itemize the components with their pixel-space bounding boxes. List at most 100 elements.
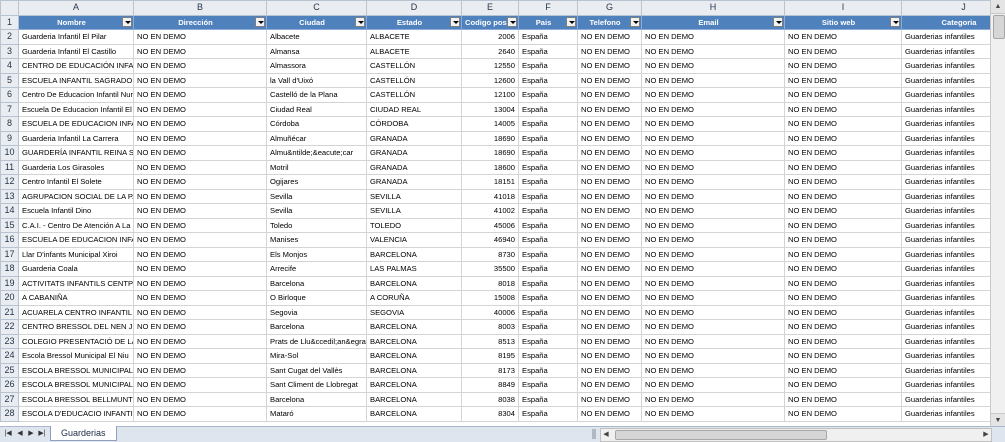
cell[interactable]: NO EN DEMO: [133, 406, 267, 422]
cell[interactable]: Guarderias infantiles: [901, 304, 991, 320]
header-cell-codigo-pos[interactable]: Codigo pos: [461, 14, 519, 30]
cell[interactable]: NO EN DEMO: [784, 58, 902, 74]
cell[interactable]: CASTELLÓN: [366, 58, 462, 74]
cell[interactable]: NO EN DEMO: [577, 319, 642, 335]
cell[interactable]: NO EN DEMO: [784, 275, 902, 291]
cell[interactable]: Guarderias infantiles: [901, 275, 991, 291]
cell[interactable]: NO EN DEMO: [133, 333, 267, 349]
cell[interactable]: VALENCIA: [366, 232, 462, 248]
column-letter-c[interactable]: C: [266, 0, 367, 16]
cell[interactable]: ESCOLA D'EDUCACIO INFANTIL ROC: [18, 406, 134, 422]
cell[interactable]: GUARDERÍA INFANTIL REINA SOFÍA: [18, 145, 134, 161]
cell[interactable]: Guarderias infantiles: [901, 217, 991, 233]
cell[interactable]: España: [518, 130, 578, 146]
cell[interactable]: Guarderias infantiles: [901, 130, 991, 146]
cell[interactable]: SEVILLA: [366, 188, 462, 204]
cell[interactable]: BARCELONA: [366, 348, 462, 364]
row-number[interactable]: 15: [0, 217, 19, 233]
cell[interactable]: NO EN DEMO: [784, 116, 902, 132]
cell[interactable]: NO EN DEMO: [577, 377, 642, 393]
cell[interactable]: Guarderias infantiles: [901, 203, 991, 219]
cell[interactable]: España: [518, 304, 578, 320]
cell[interactable]: ALBACETE: [366, 29, 462, 45]
cell[interactable]: España: [518, 145, 578, 161]
cell[interactable]: NO EN DEMO: [133, 43, 267, 59]
cell[interactable]: España: [518, 333, 578, 349]
cell[interactable]: NO EN DEMO: [784, 203, 902, 219]
cell[interactable]: GRANADA: [366, 159, 462, 175]
cell[interactable]: España: [518, 188, 578, 204]
cell[interactable]: España: [518, 43, 578, 59]
row-number[interactable]: 4: [0, 58, 19, 74]
cell[interactable]: España: [518, 406, 578, 422]
cell[interactable]: NO EN DEMO: [784, 29, 902, 45]
cell[interactable]: España: [518, 217, 578, 233]
cell[interactable]: NO EN DEMO: [133, 232, 267, 248]
cell[interactable]: Motril: [266, 159, 367, 175]
cell[interactable]: Mira-Sol: [266, 348, 367, 364]
cell[interactable]: Guarderias infantiles: [901, 391, 991, 407]
cell[interactable]: España: [518, 101, 578, 117]
cell[interactable]: NO EN DEMO: [641, 348, 785, 364]
cell[interactable]: 8003: [461, 319, 519, 335]
cell[interactable]: Guarderia Coala: [18, 261, 134, 277]
cell[interactable]: 13004: [461, 101, 519, 117]
cell[interactable]: AGRUPACION SOCIAL DE LA PARRO: [18, 188, 134, 204]
cell[interactable]: BARCELONA: [366, 275, 462, 291]
cell[interactable]: Guarderias infantiles: [901, 116, 991, 132]
row-number[interactable]: 20: [0, 290, 19, 306]
column-letter-f[interactable]: F: [518, 0, 578, 16]
cell[interactable]: 8304: [461, 406, 519, 422]
column-letter-e[interactable]: E: [461, 0, 519, 16]
cell[interactable]: 8730: [461, 246, 519, 262]
cell[interactable]: NO EN DEMO: [577, 116, 642, 132]
cell[interactable]: España: [518, 58, 578, 74]
scroll-down-icon[interactable]: ▼: [991, 413, 1005, 427]
cell[interactable]: NO EN DEMO: [577, 29, 642, 45]
cell[interactable]: NO EN DEMO: [784, 406, 902, 422]
cell[interactable]: España: [518, 391, 578, 407]
cell[interactable]: Guarderias infantiles: [901, 333, 991, 349]
cell[interactable]: Ogijares: [266, 174, 367, 190]
cell[interactable]: Almu&ntilde;&eacute;car: [266, 145, 367, 161]
cell[interactable]: NO EN DEMO: [784, 87, 902, 103]
cell[interactable]: 45006: [461, 217, 519, 233]
cell[interactable]: 14005: [461, 116, 519, 132]
cell[interactable]: NO EN DEMO: [577, 130, 642, 146]
cell[interactable]: NO EN DEMO: [641, 275, 785, 291]
cell[interactable]: ACUARELA CENTRO INFANTIL: [18, 304, 134, 320]
cell[interactable]: NO EN DEMO: [784, 319, 902, 335]
cell[interactable]: NO EN DEMO: [577, 159, 642, 175]
cell[interactable]: Escuela Infantil Dino: [18, 203, 134, 219]
cell[interactable]: NO EN DEMO: [577, 217, 642, 233]
cell[interactable]: NO EN DEMO: [133, 145, 267, 161]
cell[interactable]: NO EN DEMO: [784, 130, 902, 146]
cell[interactable]: NO EN DEMO: [133, 290, 267, 306]
header-cell-direcci-n[interactable]: Dirección: [133, 14, 267, 30]
row-number[interactable]: 19: [0, 275, 19, 291]
cell[interactable]: NO EN DEMO: [577, 348, 642, 364]
cell[interactable]: NO EN DEMO: [133, 58, 267, 74]
cell[interactable]: NO EN DEMO: [577, 188, 642, 204]
row-number[interactable]: 24: [0, 348, 19, 364]
cell[interactable]: NO EN DEMO: [577, 58, 642, 74]
cell[interactable]: Barcelona: [266, 275, 367, 291]
cell[interactable]: NO EN DEMO: [133, 29, 267, 45]
cell[interactable]: NO EN DEMO: [784, 145, 902, 161]
cell[interactable]: C.A.I. - Centro De Atención A La In: [18, 217, 134, 233]
cell[interactable]: ACTIVITATS INFANTILS CENTPEUS: [18, 275, 134, 291]
cell[interactable]: BARCELONA: [366, 377, 462, 393]
filter-dropdown-icon[interactable]: [355, 16, 365, 27]
cell[interactable]: ESCUELA INFANTIL SAGRADO CORA: [18, 72, 134, 88]
horizontal-scroll-thumb[interactable]: [615, 430, 827, 440]
header-cell-categoria[interactable]: Categoria: [901, 14, 991, 30]
cell[interactable]: Sant Cugat del Vallès: [266, 362, 367, 378]
cell[interactable]: Prats de Llu&ccedil;an&egra: [266, 333, 367, 349]
cell[interactable]: NO EN DEMO: [133, 116, 267, 132]
cell[interactable]: 12600: [461, 72, 519, 88]
cell[interactable]: NO EN DEMO: [641, 188, 785, 204]
cell[interactable]: Albacete: [266, 29, 367, 45]
cell[interactable]: NO EN DEMO: [641, 130, 785, 146]
first-sheet-icon[interactable]: |◀: [3, 429, 13, 439]
cell[interactable]: NO EN DEMO: [641, 232, 785, 248]
